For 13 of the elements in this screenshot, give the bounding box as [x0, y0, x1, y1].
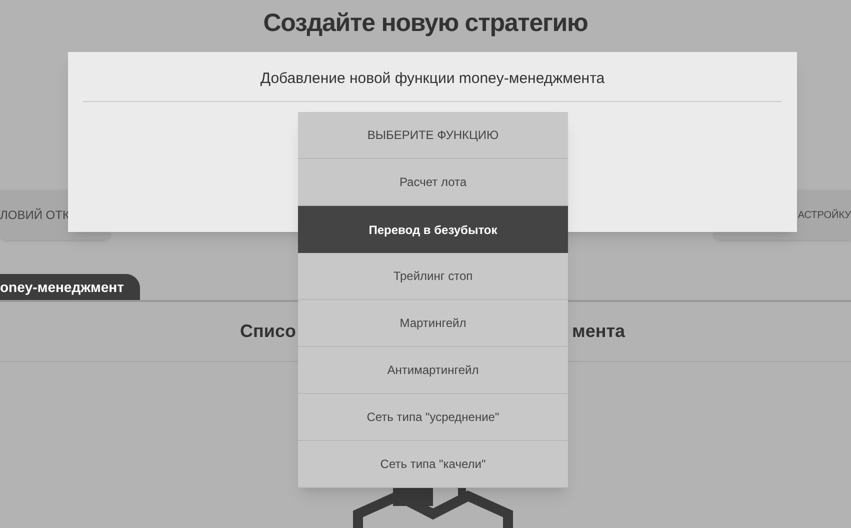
boxes-icon: [353, 486, 515, 528]
dropdown-option[interactable]: Сеть типа "качели": [298, 441, 568, 488]
dialog-title: Добавление новой функции money-менеджмента: [83, 52, 782, 102]
section-heading: мента: [572, 320, 626, 343]
dropdown-option[interactable]: ВЫБЕРИТЕ ФУНКЦИЮ: [298, 112, 568, 159]
page-title: Создайте новую стратегию: [263, 8, 588, 40]
dropdown-option[interactable]: Антимартингейл: [298, 347, 568, 394]
dropdown-option[interactable]: Мартингейл: [298, 300, 568, 347]
dropdown-option[interactable]: Трейлинг стоп: [298, 253, 568, 300]
dropdown-option[interactable]: Сеть типа "усреднение": [298, 394, 568, 441]
tab[interactable]: oney-менеджмент: [0, 274, 140, 300]
section-heading: Списо: [240, 320, 296, 343]
dropdown-option[interactable]: Перевод в безубыток: [298, 206, 568, 253]
